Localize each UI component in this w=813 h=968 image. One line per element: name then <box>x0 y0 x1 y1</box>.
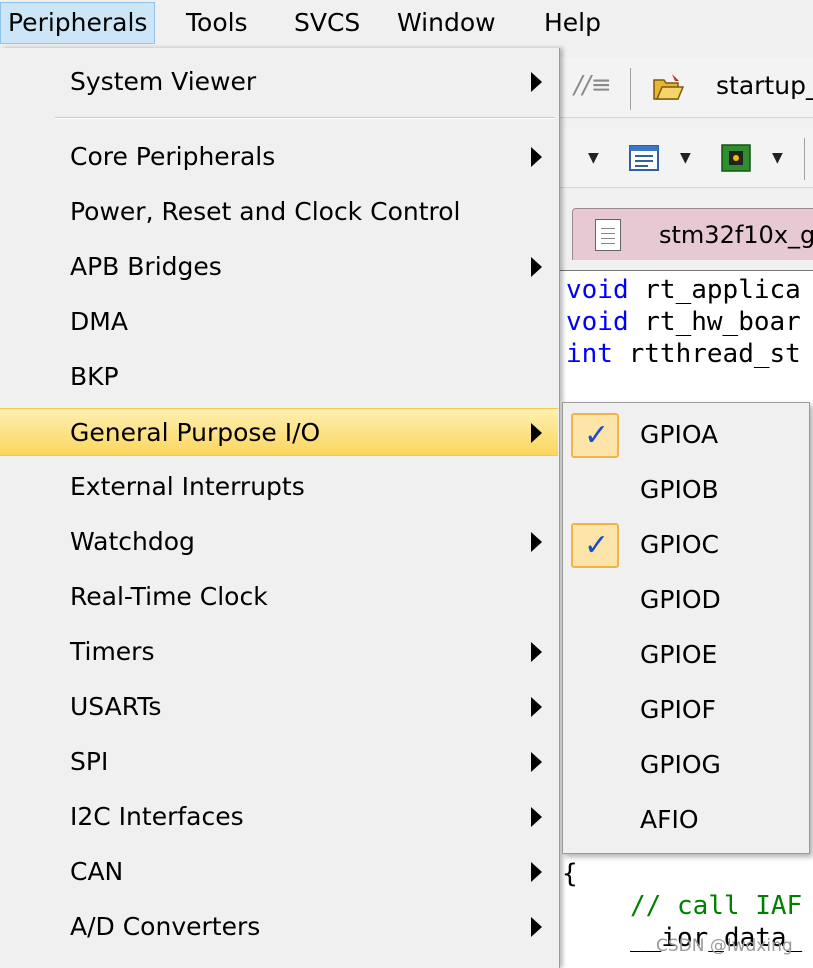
editor-tab[interactable]: stm32f10x_g <box>572 208 813 260</box>
peripherals-menu: System Viewer Core Peripherals Power, Re… <box>0 48 560 968</box>
file-dropdown-label[interactable]: startup_ <box>716 71 813 100</box>
submenu-item-gpiof[interactable]: GPIOF <box>563 682 809 737</box>
menu-item-label: A/D Converters <box>70 912 261 941</box>
menu-item-label: Power, Reset and Clock Control <box>70 197 461 226</box>
menu-item-apb-bridges[interactable]: APB Bridges <box>0 243 558 291</box>
menu-item-label: System Viewer <box>70 67 257 96</box>
submenu-item-label: GPIOE <box>640 640 718 669</box>
menu-item-ad-converters[interactable]: A/D Converters <box>0 903 558 951</box>
submenu-item-afio[interactable]: AFIO <box>563 792 809 847</box>
submenu-arrow-icon <box>531 423 542 443</box>
menu-item-spi[interactable]: SPI <box>0 738 558 786</box>
submenu-item-label: GPIOD <box>640 585 721 614</box>
code-comment: // call IAF <box>630 891 803 921</box>
window-list-icon[interactable] <box>628 143 660 173</box>
menu-item-i2c-interfaces[interactable]: I2C Interfaces <box>0 793 558 841</box>
submenu-arrow-icon <box>531 642 542 662</box>
submenu-arrow-icon <box>531 532 542 552</box>
submenu-arrow-icon <box>531 917 542 937</box>
menu-item-real-time-clock[interactable]: Real-Time Clock <box>0 573 558 621</box>
menubar-help[interactable]: Help <box>537 2 608 44</box>
submenu-item-gpiog[interactable]: GPIOG <box>563 737 809 792</box>
submenu-item-label: GPIOB <box>640 475 719 504</box>
submenu-item-label: GPIOF <box>640 695 716 724</box>
toolbar-separator <box>630 68 631 110</box>
menu-item-label: External Interrupts <box>70 472 305 501</box>
menu-item-core-peripherals[interactable]: Core Peripherals <box>0 133 558 181</box>
menu-item-general-purpose-io[interactable]: General Purpose I/O <box>0 408 558 456</box>
submenu-arrow-icon <box>531 862 542 882</box>
code-keyword: void <box>566 275 629 305</box>
check-box: ✓ <box>571 523 619 568</box>
menubar-tools[interactable]: Tools <box>179 2 255 44</box>
menu-item-label: SPI <box>70 747 109 776</box>
submenu-arrow-icon <box>531 147 542 167</box>
menubar-window[interactable]: Window <box>390 2 503 44</box>
gpio-submenu: ✓ GPIOA GPIOB ✓ GPIOC GPIOD GPIOE GPIOF … <box>562 402 810 854</box>
toolbar-row-1: //≡ startup_ <box>560 58 813 118</box>
submenu-arrow-icon <box>531 72 542 92</box>
watermark: CSDN @lwdxing <box>656 936 793 956</box>
menu-item-dma[interactable]: DMA <box>0 298 558 346</box>
code-text: rt_hw_boar <box>628 307 801 337</box>
editor-tab-label: stm32f10x_g <box>659 221 813 249</box>
dropdown-arrow-icon[interactable]: ▼ <box>588 150 599 166</box>
menu-item-label: BKP <box>70 362 119 391</box>
menu-separator <box>55 117 555 119</box>
menu-bar: Peripherals Tools SVCS Window Help <box>0 0 813 48</box>
comment-icon[interactable]: //≡ <box>574 70 612 99</box>
menu-item-usarts[interactable]: USARTs <box>0 683 558 731</box>
menu-item-label: APB Bridges <box>70 252 222 281</box>
code-text: rt_applica <box>628 275 801 305</box>
submenu-item-label: AFIO <box>640 805 699 834</box>
code-keyword: int <box>566 339 613 369</box>
menu-item-label: DMA <box>70 307 128 336</box>
checkmark-icon: ✓ <box>584 528 610 563</box>
dropdown-arrow-icon[interactable]: ▼ <box>772 150 783 166</box>
submenu-arrow-icon <box>531 752 542 772</box>
code-line: int rtthread_st <box>566 339 801 369</box>
menu-item-label: CAN <box>70 857 124 886</box>
menu-item-label: I2C Interfaces <box>70 802 244 831</box>
submenu-item-label: GPIOA <box>640 420 719 449</box>
code-line: void rt_hw_boar <box>566 307 801 337</box>
submenu-item-gpiod[interactable]: GPIOD <box>563 572 809 627</box>
menu-item-watchdog[interactable]: Watchdog <box>0 518 558 566</box>
menu-item-label: Core Peripherals <box>70 142 276 171</box>
toolbar-separator <box>804 138 805 180</box>
menu-item-timers[interactable]: Timers <box>0 628 558 676</box>
menu-item-label: Watchdog <box>70 527 195 556</box>
submenu-item-gpioe[interactable]: GPIOE <box>563 627 809 682</box>
menu-item-system-viewer[interactable]: System Viewer <box>0 58 558 106</box>
submenu-item-label: GPIOG <box>640 750 721 779</box>
menu-item-label: Timers <box>70 637 155 666</box>
menu-item-label: USARTs <box>70 692 162 721</box>
submenu-item-gpioc[interactable]: ✓ GPIOC <box>563 517 809 572</box>
code-line: void rt_applica <box>566 275 801 305</box>
code-keyword: void <box>566 307 629 337</box>
code-text: rtthread_st <box>612 339 801 369</box>
chip-board-icon[interactable] <box>720 143 752 173</box>
open-folder-icon[interactable] <box>652 72 684 102</box>
submenu-arrow-icon <box>531 697 542 717</box>
submenu-item-gpioa[interactable]: ✓ GPIOA <box>563 407 809 462</box>
check-box: ✓ <box>571 413 619 458</box>
menu-item-label: Real-Time Clock <box>70 582 268 611</box>
file-icon <box>595 219 621 251</box>
toolbar-row-2: ▼ ▼ ▼ <box>560 128 813 188</box>
menu-item-can[interactable]: CAN <box>0 848 558 896</box>
menubar-svcs[interactable]: SVCS <box>287 2 367 44</box>
dropdown-arrow-icon[interactable]: ▼ <box>680 150 691 166</box>
menu-item-bkp[interactable]: BKP <box>0 353 558 401</box>
menu-item-power-reset-clock[interactable]: Power, Reset and Clock Control <box>0 188 558 236</box>
menu-item-external-interrupts[interactable]: External Interrupts <box>0 463 558 511</box>
checkmark-icon: ✓ <box>584 418 610 453</box>
submenu-item-label: GPIOC <box>640 530 719 559</box>
submenu-arrow-icon <box>531 807 542 827</box>
menubar-peripherals[interactable]: Peripherals <box>0 2 156 44</box>
submenu-arrow-icon <box>531 257 542 277</box>
menu-item-label: General Purpose I/O <box>70 418 321 447</box>
code-brace: { <box>562 859 578 889</box>
submenu-item-gpiob[interactable]: GPIOB <box>563 462 809 517</box>
